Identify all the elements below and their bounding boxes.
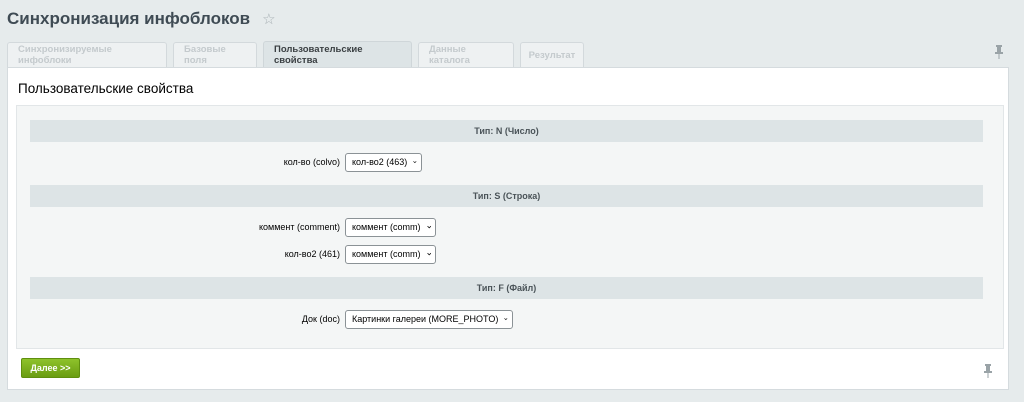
chevron-down-icon	[504, 318, 508, 321]
property-mapping-select[interactable]: кол-во2 (463)	[345, 152, 422, 172]
tab-synced-iblocks[interactable]: Синхронизируемые инфоблоки	[7, 42, 167, 67]
property-mapping-select[interactable]: коммент (comm)	[345, 244, 436, 264]
properties-form: Тип: N (Число) кол-во (colvo) кол-во2 (4…	[16, 105, 1004, 349]
select-value: коммент (comm)	[352, 249, 421, 259]
section-header-file: Тип: F (Файл)	[30, 277, 983, 299]
property-mapping-select[interactable]: Картинки галереи (MORE_PHOTO)	[345, 309, 513, 329]
tab-label: Синхронизируемые инфоблоки	[18, 44, 112, 66]
select-value: кол-во2 (463)	[352, 157, 408, 167]
chevron-down-icon	[413, 161, 417, 164]
panel-heading: Пользовательские свойства	[18, 81, 194, 96]
tab-result[interactable]: Результат	[520, 42, 584, 67]
section-header-string: Тип: S (Строка)	[30, 185, 983, 207]
next-button-label: Далее >>	[30, 363, 71, 373]
tab-label: Базовые поля	[184, 44, 226, 66]
section-title: Тип: S (Строка)	[472, 191, 541, 201]
chevron-down-icon	[426, 225, 431, 229]
next-button[interactable]: Далее >>	[21, 358, 80, 378]
property-label: Док (doc)	[301, 314, 340, 324]
content-panel: Пользовательские свойства Тип: N (Число)…	[7, 67, 1009, 390]
tab-label: Пользовательские свойства	[274, 43, 363, 66]
select-value: коммент (comm)	[352, 222, 421, 232]
star-icon[interactable]: ☆	[262, 10, 275, 28]
property-label: кол-во (colvo)	[283, 157, 340, 167]
tab-base-fields[interactable]: Базовые поля	[173, 42, 257, 67]
page-title: Синхронизация инфоблоков ☆	[7, 9, 276, 29]
tab-label: Данные каталога	[429, 44, 470, 66]
section-header-number: Тип: N (Число)	[30, 120, 983, 142]
property-row: коммент (comment) коммент (comm)	[30, 217, 983, 237]
select-value: Картинки галереи (MORE_PHOTO)	[352, 314, 499, 324]
property-row: кол-во2 (461) коммент (comm)	[30, 244, 983, 264]
pin-icon[interactable]	[994, 45, 1004, 59]
section-title: Тип: N (Число)	[474, 126, 539, 136]
property-mapping-select[interactable]: коммент (comm)	[345, 217, 436, 237]
section-title: Тип: F (Файл)	[476, 283, 537, 293]
property-label: коммент (comment)	[258, 222, 340, 232]
tab-bar: Синхронизируемые инфоблоки Базовые поля …	[7, 41, 590, 67]
property-label: кол-во2 (461)	[284, 249, 340, 259]
tab-catalog-data[interactable]: Данные каталога	[418, 42, 514, 67]
property-row: кол-во (colvo) кол-во2 (463)	[30, 152, 983, 172]
pin-icon[interactable]	[983, 364, 993, 378]
page-title-text: Синхронизация инфоблоков	[7, 9, 251, 28]
tab-label: Результат	[528, 49, 576, 61]
tab-user-properties[interactable]: Пользовательские свойства	[263, 41, 412, 67]
property-row: Док (doc) Картинки галереи (MORE_PHOTO)	[30, 309, 983, 329]
chevron-down-icon	[426, 252, 431, 256]
